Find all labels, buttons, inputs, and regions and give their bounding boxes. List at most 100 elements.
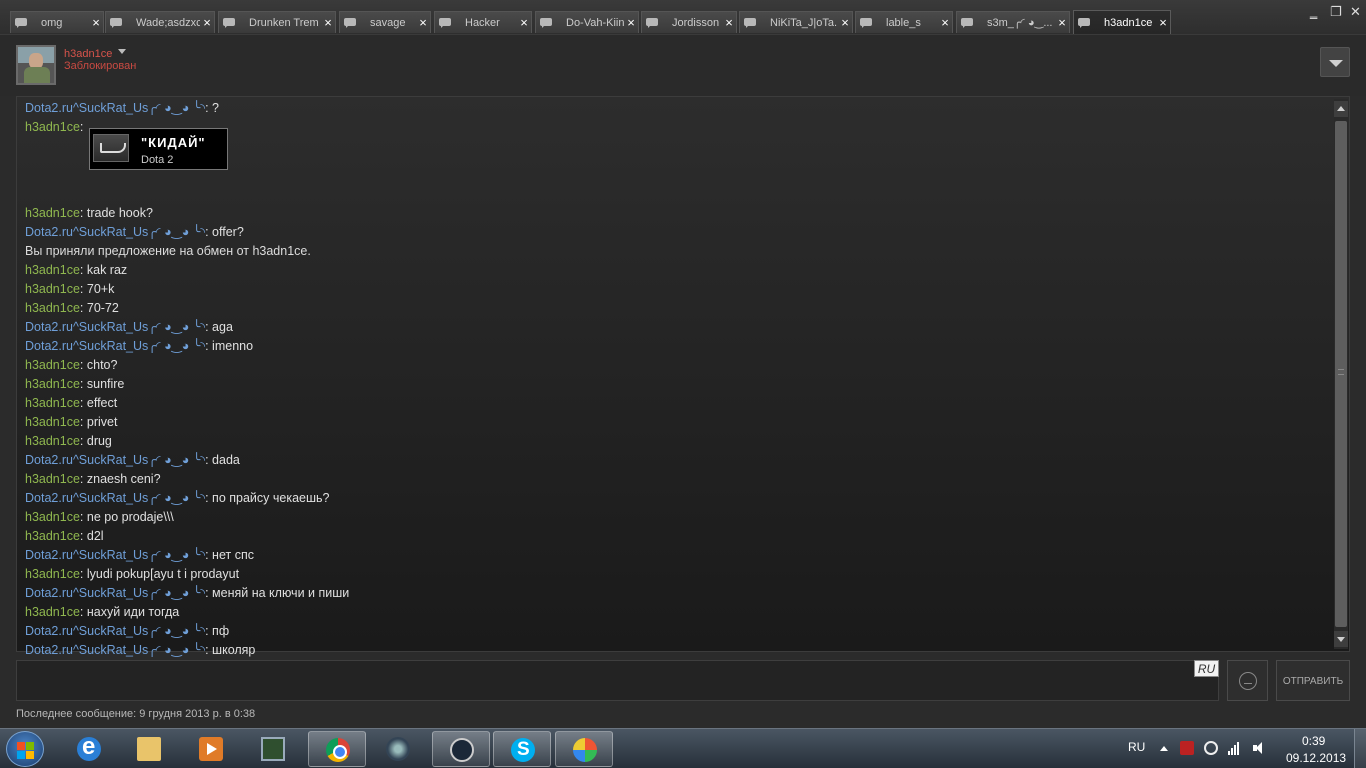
tab-label: Drunken Trem bbox=[249, 16, 319, 29]
message-author[interactable]: h3adn1ce bbox=[25, 282, 80, 296]
chat-message: h3adn1ce: "КИДАЙ" Dota 2 bbox=[25, 118, 1325, 204]
taskbar-windows-explorer[interactable] bbox=[120, 731, 178, 767]
message-author[interactable]: Dota2.ru^SuckRat_Us╭◜ ◕‿◕ ╰◝ bbox=[25, 339, 205, 353]
tab-label: h3adn1ce bbox=[1104, 16, 1153, 29]
tab-11[interactable]: h3adn1ce × bbox=[1073, 10, 1171, 34]
tab-1[interactable]: omg × bbox=[10, 11, 104, 33]
tab-3[interactable]: Drunken Trem × bbox=[218, 11, 336, 33]
scroll-up-arrow-icon[interactable] bbox=[1334, 101, 1348, 117]
taskbar-steam[interactable] bbox=[432, 731, 490, 767]
tab-bar: omg × Wade;asdzxc × Drunken Trem × savage × Hack… bbox=[0, 0, 1366, 34]
emoticon-button[interactable] bbox=[1227, 660, 1268, 701]
message-author[interactable]: h3adn1ce bbox=[25, 567, 80, 581]
message-author[interactable]: h3adn1ce bbox=[25, 605, 80, 619]
clock-time[interactable]: 0:39 bbox=[1302, 734, 1325, 748]
chat-bubble-icon bbox=[540, 17, 552, 28]
chat-scrollbar[interactable] bbox=[1334, 99, 1348, 649]
message-author[interactable]: Dota2.ru^SuckRat_Us╭◜ ◕‿◕ ╰◝ bbox=[25, 225, 205, 239]
tab-8[interactable]: NiKiTa_J|oTa... × bbox=[739, 11, 853, 33]
chevron-down-icon[interactable] bbox=[118, 49, 126, 54]
message-author[interactable]: h3adn1ce bbox=[25, 396, 80, 410]
close-tab-icon[interactable]: × bbox=[838, 15, 852, 30]
friend-name[interactable]: h3adn1ce bbox=[64, 48, 112, 60]
tab-7[interactable]: Jordisson × bbox=[641, 11, 737, 33]
chat-message: h3adn1ce: lyudi pokup[ayu t i prodayut bbox=[25, 565, 1325, 584]
chat-bubble-icon bbox=[344, 17, 356, 28]
message-text: : kak raz bbox=[79, 263, 128, 277]
message-author[interactable]: h3adn1ce bbox=[25, 529, 80, 543]
close-window-button[interactable]: ✕ bbox=[1350, 4, 1361, 20]
close-tab-icon[interactable]: × bbox=[200, 15, 214, 30]
chat-message: h3adn1ce: нахуй иди тогда bbox=[25, 603, 1325, 622]
message-author[interactable]: h3adn1ce bbox=[25, 510, 80, 524]
chat-options-button[interactable] bbox=[1320, 47, 1350, 77]
close-tab-icon[interactable]: × bbox=[416, 15, 430, 30]
message-author[interactable]: h3adn1ce bbox=[25, 120, 80, 134]
chat-message: Dota2.ru^SuckRat_Us╭◜ ◕‿◕ ╰◝: меняй на к… bbox=[25, 584, 1325, 603]
send-button[interactable]: ОТПРАВИТЬ bbox=[1276, 660, 1350, 701]
chat-message: h3adn1ce: znaesh ceni? bbox=[25, 470, 1325, 489]
chat-message: Dota2.ru^SuckRat_Us╭◜ ◕‿◕ ╰◝: aga bbox=[25, 318, 1325, 337]
taskbar-paint[interactable] bbox=[555, 731, 613, 767]
scroll-down-arrow-icon[interactable] bbox=[1334, 631, 1348, 647]
message-author[interactable]: Dota2.ru^SuckRat_Us╭◜ ◕‿◕ ╰◝ bbox=[25, 586, 205, 600]
taskbar-google-chrome[interactable] bbox=[308, 731, 366, 767]
message-author[interactable]: h3adn1ce bbox=[25, 358, 80, 372]
taskbar-internet-explorer[interactable] bbox=[60, 731, 118, 767]
message-author[interactable]: Dota2.ru^SuckRat_Us╭◜ ◕‿◕ ╰◝ bbox=[25, 453, 205, 467]
chat-message: Dota2.ru^SuckRat_Us╭◜ ◕‿◕ ╰◝: imenno bbox=[25, 337, 1325, 356]
message-text: : 70-72 bbox=[79, 301, 119, 315]
close-tab-icon[interactable]: × bbox=[517, 15, 531, 30]
restore-button[interactable]: ❐ bbox=[1330, 4, 1342, 20]
network-signal-icon[interactable] bbox=[1228, 741, 1242, 755]
close-tab-icon[interactable]: × bbox=[722, 15, 736, 30]
taskbar-audio-app[interactable] bbox=[369, 731, 427, 767]
close-tab-icon[interactable]: × bbox=[321, 15, 335, 30]
taskbar-media-center[interactable] bbox=[182, 731, 240, 767]
message-author[interactable]: h3adn1ce bbox=[25, 263, 80, 277]
tab-10[interactable]: s3m_╭◜ ◕‿... × bbox=[956, 11, 1070, 33]
message-author[interactable]: Dota2.ru^SuckRat_Us╭◜ ◕‿◕ ╰◝ bbox=[25, 548, 205, 562]
start-button[interactable] bbox=[6, 731, 44, 767]
message-author[interactable]: h3adn1ce bbox=[25, 377, 80, 391]
emoticon-icon bbox=[1239, 672, 1257, 690]
close-tab-icon[interactable]: × bbox=[1156, 15, 1170, 30]
tab-2[interactable]: Wade;asdzxc × bbox=[105, 11, 215, 33]
message-author[interactable]: Dota2.ru^SuckRat_Us╭◜ ◕‿◕ ╰◝ bbox=[25, 643, 205, 657]
clock-date[interactable]: 09.12.2013 bbox=[1286, 751, 1346, 765]
message-text: : d2l bbox=[79, 529, 104, 543]
tab-6[interactable]: Do-Vah-Kiin × bbox=[535, 11, 639, 33]
close-tab-icon[interactable]: × bbox=[1055, 15, 1069, 30]
message-author[interactable]: Dota2.ru^SuckRat_Us╭◜ ◕‿◕ ╰◝ bbox=[25, 624, 205, 638]
close-tab-icon[interactable]: × bbox=[89, 15, 103, 30]
tray-expand-icon[interactable] bbox=[1160, 746, 1168, 751]
scrollbar-thumb[interactable] bbox=[1335, 121, 1347, 627]
message-input[interactable] bbox=[16, 660, 1219, 701]
message-author[interactable]: Dota2.ru^SuckRat_Us╭◜ ◕‿◕ ╰◝ bbox=[25, 320, 205, 334]
item-link-card[interactable]: "КИДАЙ" Dota 2 bbox=[89, 128, 228, 170]
message-author[interactable]: Dota2.ru^SuckRat_Us╭◜ ◕‿◕ ╰◝ bbox=[25, 101, 205, 115]
message-text: : dada bbox=[205, 453, 240, 467]
volume-icon[interactable] bbox=[1253, 741, 1267, 755]
tab-label: savage bbox=[370, 16, 406, 29]
close-tab-icon[interactable]: × bbox=[624, 15, 638, 30]
show-desktop-button[interactable] bbox=[1354, 729, 1366, 768]
message-author[interactable]: h3adn1ce bbox=[25, 434, 80, 448]
avatar[interactable] bbox=[16, 45, 56, 85]
message-author[interactable]: h3adn1ce bbox=[25, 472, 80, 486]
taskbar-task-manager[interactable] bbox=[244, 731, 302, 767]
taskbar-skype[interactable] bbox=[493, 731, 551, 767]
tray-language[interactable]: RU bbox=[1128, 740, 1145, 754]
minimize-button[interactable]: ‗ bbox=[1310, 4, 1317, 19]
message-author[interactable]: h3adn1ce bbox=[25, 301, 80, 315]
close-tab-icon[interactable]: × bbox=[938, 15, 952, 30]
tray-app-icon[interactable] bbox=[1180, 741, 1194, 755]
message-author[interactable]: Dota2.ru^SuckRat_Us╭◜ ◕‿◕ ╰◝ bbox=[25, 491, 205, 505]
tab-4[interactable]: savage × bbox=[339, 11, 431, 33]
chat-log[interactable]: Dota2.ru^SuckRat_Us╭◜ ◕‿◕ ╰◝: ? h3adn1ce:… bbox=[16, 96, 1350, 657]
tray-steam-icon[interactable] bbox=[1204, 741, 1218, 755]
message-author[interactable]: h3adn1ce bbox=[25, 206, 80, 220]
tab-9[interactable]: lable_s × bbox=[855, 11, 953, 33]
tab-5[interactable]: Hacker × bbox=[434, 11, 532, 33]
message-author[interactable]: h3adn1ce bbox=[25, 415, 80, 429]
